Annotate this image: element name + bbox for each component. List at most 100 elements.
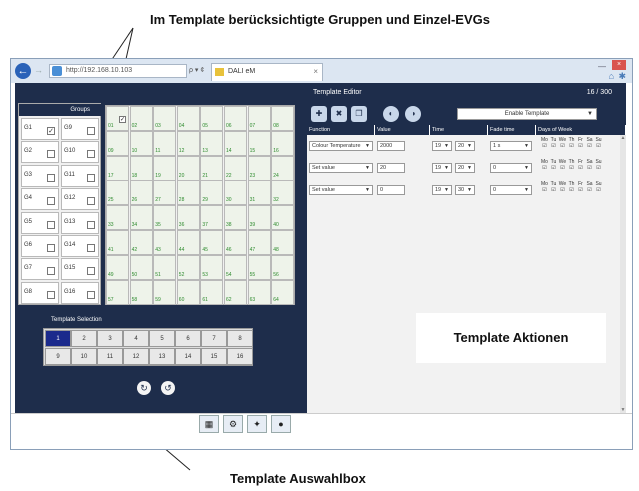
- evg-cell[interactable]: 39: [247, 205, 271, 231]
- upload-icon[interactable]: ↻: [137, 381, 151, 395]
- group-cell[interactable]: G11: [61, 164, 99, 187]
- evg-cell[interactable]: 34: [129, 205, 153, 231]
- evg-cell[interactable]: 23: [247, 155, 271, 181]
- address-controls[interactable]: ρ ▾ ¢: [189, 66, 204, 74]
- day-checkbox[interactable]: ☑: [558, 187, 567, 193]
- evg-cell[interactable]: 35: [153, 205, 177, 231]
- evg-cell[interactable]: 22: [224, 155, 247, 181]
- group-checkbox[interactable]: [87, 220, 95, 229]
- minute-select[interactable]: 20 ▼: [455, 163, 475, 173]
- evg-cell[interactable]: 55: [247, 254, 271, 280]
- evg-cell[interactable]: 56: [271, 254, 295, 280]
- evg-cell[interactable]: 48: [271, 230, 295, 255]
- group-checkbox[interactable]: [47, 220, 55, 229]
- address-bar[interactable]: http://192.168.10.103: [49, 64, 187, 78]
- evg-cell[interactable]: 46: [224, 230, 247, 255]
- settings-view-icon[interactable]: ⚙: [223, 415, 243, 433]
- group-cell[interactable]: G10: [61, 141, 99, 164]
- evg-cell[interactable]: 59: [153, 279, 177, 305]
- template-number-button[interactable]: 5: [149, 330, 175, 347]
- evg-cell[interactable]: 24: [271, 155, 295, 181]
- group-cell[interactable]: G2: [21, 141, 59, 164]
- group-cell[interactable]: G8: [21, 281, 59, 304]
- evg-cell[interactable]: 40: [271, 205, 295, 231]
- evg-cell[interactable]: 21: [200, 155, 224, 181]
- evg-cell[interactable]: 49: [106, 254, 129, 280]
- group-checkbox[interactable]: [47, 173, 55, 182]
- fade-select[interactable]: 0 ▼: [490, 185, 532, 195]
- group-cell[interactable]: G14: [61, 235, 99, 257]
- download-icon[interactable]: ↺: [161, 381, 175, 395]
- template-number-button[interactable]: 1: [45, 330, 71, 347]
- group-cell[interactable]: G9: [61, 118, 99, 140]
- group-checkbox[interactable]: [87, 267, 95, 276]
- template-number-button[interactable]: 11: [97, 348, 123, 365]
- back-button[interactable]: ←: [15, 63, 31, 79]
- group-checkbox[interactable]: [87, 244, 95, 252]
- evg-cell[interactable]: 53: [200, 254, 224, 280]
- value-input[interactable]: 20: [377, 163, 405, 173]
- template-number-button[interactable]: 15: [201, 348, 227, 365]
- group-cell[interactable]: G5: [21, 211, 59, 234]
- evg-checkbox[interactable]: ✓: [119, 116, 126, 123]
- evg-cell[interactable]: 37: [200, 205, 224, 231]
- evg-cell[interactable]: 10: [129, 130, 153, 156]
- evg-cell[interactable]: 09: [106, 130, 129, 156]
- day-checkbox[interactable]: ☑: [567, 165, 576, 171]
- evg-cell[interactable]: 52: [176, 254, 200, 280]
- evg-cell[interactable]: 54: [224, 254, 247, 280]
- forward-button[interactable]: →: [34, 65, 43, 75]
- evg-cell[interactable]: 62: [224, 279, 247, 305]
- template-number-button[interactable]: 9: [45, 348, 71, 365]
- group-cell[interactable]: G6: [21, 235, 59, 257]
- evg-cell[interactable]: 20: [176, 155, 200, 181]
- day-checkbox[interactable]: ☑: [594, 187, 603, 193]
- group-checkbox[interactable]: [47, 244, 55, 252]
- function-select[interactable]: Set value ▼: [309, 185, 373, 195]
- hour-select[interactable]: 19 ▼: [432, 185, 452, 195]
- evg-cell[interactable]: 17: [106, 155, 129, 181]
- copy-action-icon[interactable]: ❐: [351, 106, 367, 122]
- evg-cell[interactable]: 13: [200, 130, 224, 156]
- evg-cell[interactable]: 45: [200, 230, 224, 255]
- home-icon[interactable]: ⌂: [609, 71, 614, 81]
- evg-cell[interactable]: 12: [176, 130, 200, 156]
- template-number-button[interactable]: 12: [123, 348, 149, 365]
- group-cell[interactable]: G3: [21, 164, 59, 187]
- group-cell[interactable]: G13: [61, 211, 99, 234]
- group-checkbox[interactable]: [47, 267, 55, 276]
- template-number-button[interactable]: 14: [175, 348, 201, 365]
- group-cell[interactable]: G1 ✓: [21, 118, 59, 140]
- group-cell[interactable]: G4: [21, 188, 59, 211]
- evg-cell[interactable]: 05: [200, 106, 224, 131]
- group-checkbox[interactable]: [47, 290, 55, 299]
- value-input[interactable]: 2000: [377, 141, 405, 151]
- day-checkbox[interactable]: ☑: [540, 165, 549, 171]
- evg-cell[interactable]: 42: [129, 230, 153, 255]
- evg-cell[interactable]: 01 ✓: [106, 106, 129, 131]
- day-checkbox[interactable]: ☑: [576, 165, 585, 171]
- evg-cell[interactable]: 04: [176, 106, 200, 131]
- evg-cell[interactable]: 36: [176, 205, 200, 231]
- day-checkbox[interactable]: ☑: [567, 187, 576, 193]
- evg-cell[interactable]: 31: [247, 180, 271, 206]
- evg-cell[interactable]: 11: [153, 130, 177, 156]
- evg-cell[interactable]: 38: [224, 205, 247, 231]
- template-number-button[interactable]: 16: [227, 348, 253, 365]
- day-checkbox[interactable]: ☑: [540, 143, 549, 149]
- group-cell[interactable]: G7: [21, 258, 59, 281]
- evg-cell[interactable]: 58: [129, 279, 153, 305]
- day-checkbox[interactable]: ☑: [540, 187, 549, 193]
- scroll-up-icon[interactable]: ▲: [620, 135, 626, 141]
- close-window-button[interactable]: ×: [612, 60, 626, 70]
- minimize-button[interactable]: —: [598, 62, 606, 71]
- group-checkbox[interactable]: [87, 173, 95, 182]
- group-checkbox[interactable]: [87, 197, 95, 206]
- fade-select[interactable]: 0 ▼: [490, 163, 532, 173]
- evg-cell[interactable]: 14: [224, 130, 247, 156]
- evg-cell[interactable]: 26: [129, 180, 153, 206]
- tab-close-icon[interactable]: ×: [313, 64, 318, 80]
- group-checkbox[interactable]: [47, 197, 55, 206]
- browser-tab[interactable]: DALI eM ×: [211, 63, 323, 81]
- evg-cell[interactable]: 32: [271, 180, 295, 206]
